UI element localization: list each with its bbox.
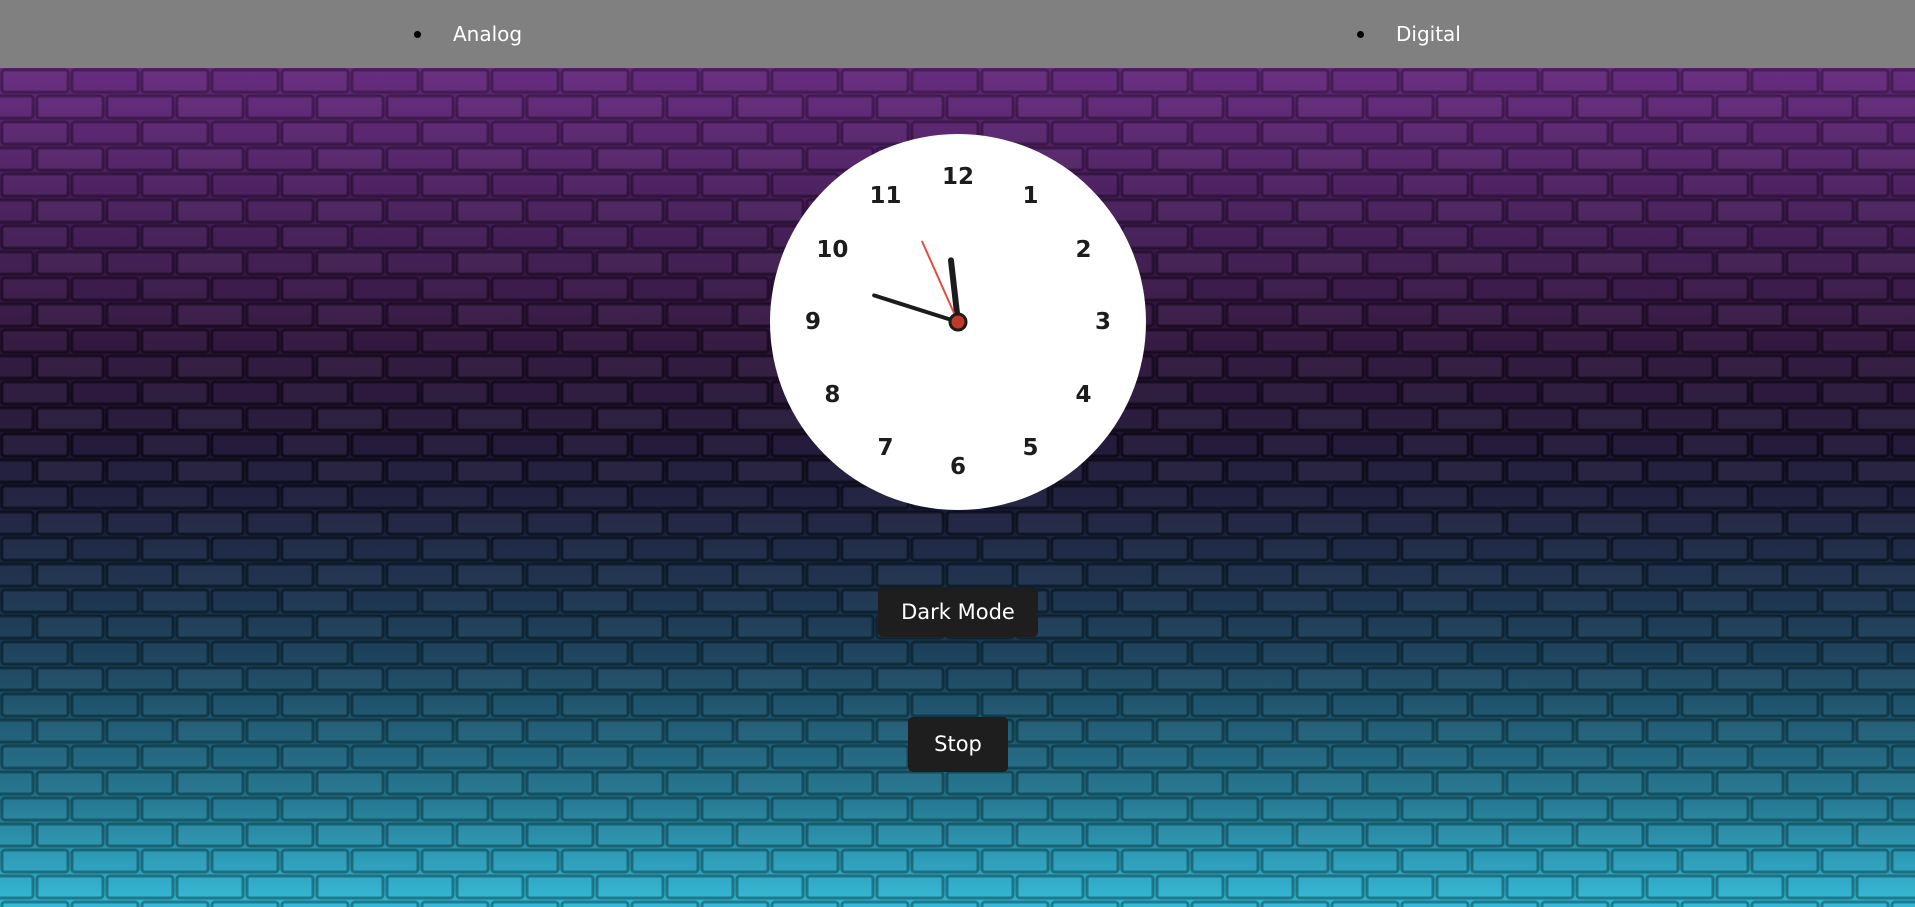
analog-clock-face: 12 1 2 3 4 5 6 7 8 9 10 11 bbox=[770, 134, 1146, 510]
dark-mode-button[interactable]: Dark Mode bbox=[878, 587, 1038, 637]
clock-number: 3 bbox=[1094, 309, 1111, 335]
clock-number: 1 bbox=[1022, 183, 1039, 210]
clock-number: 8 bbox=[824, 381, 841, 408]
top-navbar: Analog Digital bbox=[0, 0, 1915, 68]
clock-number: 11 bbox=[869, 183, 902, 210]
clock-number: 4 bbox=[1075, 381, 1092, 408]
bullet-icon bbox=[1357, 30, 1364, 38]
bullet-icon bbox=[414, 30, 421, 38]
nav-link-analog[interactable]: Analog bbox=[414, 0, 522, 68]
clock-number: 9 bbox=[804, 309, 821, 335]
nav-link-label: Digital bbox=[1396, 22, 1461, 46]
clock-number: 7 bbox=[877, 434, 894, 461]
stop-button[interactable]: Stop bbox=[908, 717, 1008, 772]
clock-center-pin bbox=[948, 312, 968, 332]
clock-number: 2 bbox=[1075, 236, 1092, 263]
clock-number: 10 bbox=[816, 236, 849, 263]
nav-link-label: Analog bbox=[453, 22, 523, 46]
minute-hand bbox=[872, 293, 960, 324]
nav-link-digital[interactable]: Digital bbox=[1357, 0, 1461, 68]
clock-number: 12 bbox=[941, 164, 974, 190]
clock-number: 5 bbox=[1022, 434, 1039, 461]
clock-number: 6 bbox=[949, 454, 966, 480]
